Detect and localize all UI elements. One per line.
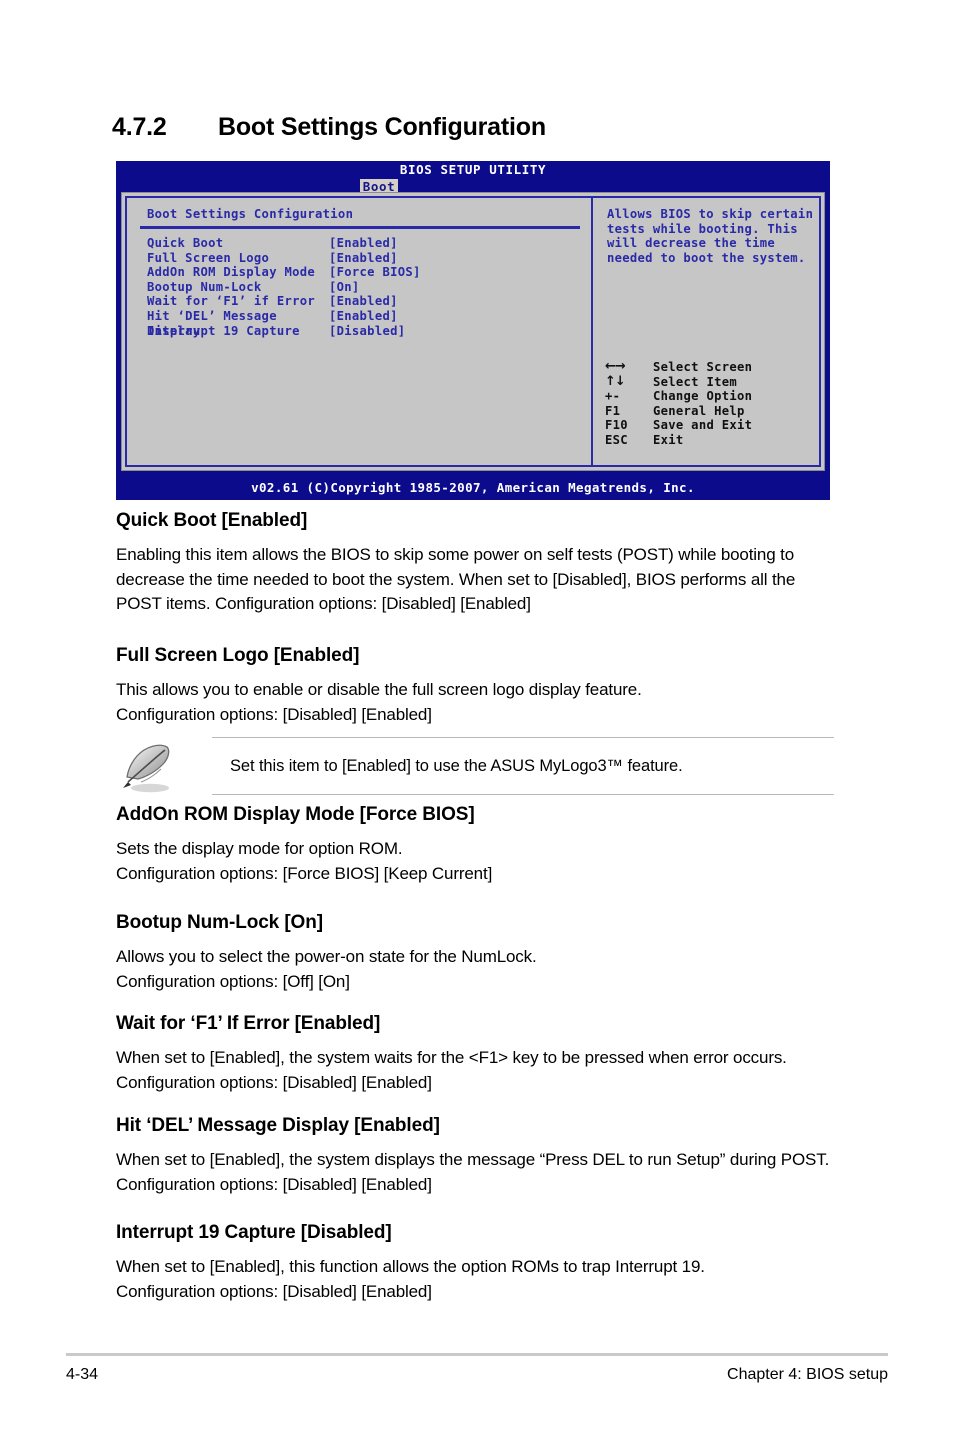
setting-label: Bootup Num-Lock — [147, 279, 262, 294]
setting-row-full-screen-logo[interactable]: Full Screen Logo [Enabled] — [147, 251, 577, 266]
item-body: Allows you to select the power-on state … — [116, 947, 537, 991]
item-heading: Bootup Num-Lock [On] — [116, 912, 323, 933]
item-bootup-num-lock: Bootup Num-Lock [On] Allows you to selec… — [116, 911, 840, 994]
bios-copyright-bar: v02.61 (C)Copyright 1985-2007, American … — [116, 478, 830, 500]
legend-key: F10 — [605, 418, 628, 433]
item-interrupt-19-capture: Interrupt 19 Capture [Disabled] When set… — [116, 1221, 840, 1304]
setting-label: Quick Boot — [147, 236, 224, 250]
legend-desc: Save and Exit — [653, 418, 753, 433]
legend-desc: General Help — [653, 403, 745, 418]
item-full-screen-logo: Full Screen Logo [Enabled] This allows y… — [116, 644, 840, 727]
legend-row-exit: ESC Exit — [605, 433, 825, 448]
item-heading: Quick Boot [Enabled] — [116, 510, 308, 531]
item-quick-boot: Quick Boot [Enabled] Enabling this item … — [116, 509, 840, 617]
settings-list: Quick Boot [Enabled] Full Screen Logo [E… — [147, 236, 577, 338]
item-heading: Interrupt 19 Capture [Disabled] — [116, 1222, 392, 1243]
chapter-label: Chapter 4: BIOS setup — [727, 1366, 888, 1383]
note-callout: Set this item to [Enabled] to use the AS… — [116, 737, 840, 795]
item-body: Sets the display mode for option ROM. Co… — [116, 839, 493, 883]
legend-row-select-item: ↑↓ Select Item — [605, 373, 825, 390]
page-number: 4-34 — [66, 1366, 99, 1383]
legend-row-select-screen: ←→ Select Screen — [605, 359, 825, 375]
setting-value: [On] — [329, 279, 360, 294]
legend-desc: Select Item — [653, 374, 738, 389]
help-text: Allows BIOS to skip certain tests while … — [607, 207, 814, 265]
legend-key: F1 — [605, 403, 621, 418]
setting-value: [Force BIOS] — [329, 265, 421, 280]
setting-value: [Enabled] — [329, 294, 398, 309]
bios-title-bar: BIOS SETUP UTILITY Boot — [116, 161, 830, 194]
bios-key-legend: ←→ Select Screen ↑↓ Select Item +- Chang… — [605, 359, 825, 448]
item-heading: Hit ‘DEL’ Message Display [Enabled] — [116, 1115, 440, 1136]
legend-row-general-help: F1 General Help — [605, 404, 825, 419]
legend-row-change-option: +- Change Option — [605, 389, 825, 404]
item-heading: AddOn ROM Display Mode [Force BIOS] — [116, 804, 475, 825]
setting-value: [Disabled] — [329, 323, 406, 338]
bios-setup-screenshot: BIOS SETUP UTILITY Boot Boot Settings Co… — [116, 161, 830, 500]
setting-value: [Enabled] — [329, 308, 398, 323]
setting-value: [Enabled] — [329, 250, 398, 265]
setting-label: Wait for ‘F1’ if Error — [147, 294, 316, 309]
section-number: 4.7.2 — [112, 113, 167, 141]
setting-row-interrupt-19-capture[interactable]: Interrupt 19 Capture [Disabled] — [147, 324, 577, 339]
item-body: Enabling this item allows the BIOS to sk… — [116, 545, 796, 613]
legend-key: ESC — [605, 432, 628, 447]
plus-minus-icon: +- — [605, 389, 621, 404]
settings-pane-rule — [140, 226, 580, 229]
up-down-arrow-icon: ↑↓ — [605, 373, 626, 389]
item-heading: Full Screen Logo [Enabled] — [116, 645, 360, 666]
setting-row-bootup-num-lock[interactable]: Bootup Num-Lock [On] — [147, 280, 577, 295]
settings-pane-heading: Boot Settings Configuration — [147, 207, 354, 221]
item-body: When set to [Enabled], the system displa… — [116, 1150, 830, 1194]
note-text: Set this item to [Enabled] to use the AS… — [230, 756, 683, 775]
bios-help-pane: Allows BIOS to skip certain tests while … — [593, 198, 819, 465]
setting-row-wait-for-f1-if-error[interactable]: Wait for ‘F1’ if Error [Enabled] — [147, 294, 577, 309]
bios-body: Boot Settings Configuration Quick Boot [… — [121, 192, 825, 471]
legend-row-save-and-exit: F10 Save and Exit — [605, 418, 825, 433]
bios-settings-pane: Boot Settings Configuration Quick Boot [… — [127, 198, 593, 465]
note-panel: Set this item to [Enabled] to use the AS… — [212, 737, 834, 795]
setting-row-quick-boot[interactable]: Quick Boot [Enabled] — [147, 236, 577, 251]
setting-value: [Enabled] — [329, 236, 398, 250]
setting-row-hit-del-message-display[interactable]: Hit ‘DEL’ Message Display [Enabled] — [147, 308, 577, 338]
item-wait-for-f1-if-error: Wait for ‘F1’ If Error [Enabled] When se… — [116, 1012, 840, 1095]
item-addon-rom-display-mode: AddOn ROM Display Mode [Force BIOS] Sets… — [116, 803, 840, 886]
legend-desc: Exit — [653, 432, 684, 447]
legend-desc: Change Option — [653, 389, 753, 404]
item-heading: Wait for ‘F1’ If Error [Enabled] — [116, 1013, 381, 1034]
quill-pen-icon — [120, 741, 182, 795]
footer-rule — [66, 1353, 888, 1356]
bios-body-inner: Boot Settings Configuration Quick Boot [… — [125, 196, 821, 467]
setting-label: Hit ‘DEL’ Message Display — [147, 308, 277, 338]
section-title: Boot Settings Configuration — [218, 113, 546, 141]
document-page: 4.7.2 Boot Settings Configuration BIOS S… — [0, 0, 954, 1438]
left-right-arrow-icon: ←→ — [605, 359, 626, 374]
bios-utility-title: BIOS SETUP UTILITY — [399, 162, 547, 177]
setting-label: Full Screen Logo — [147, 250, 270, 265]
legend-desc: Select Screen — [653, 360, 753, 374]
item-hit-del-message-display: Hit ‘DEL’ Message Display [Enabled] When… — [116, 1114, 840, 1197]
section-heading: 4.7.2 Boot Settings Configuration — [112, 113, 872, 142]
item-body: When set to [Enabled], the system waits … — [116, 1048, 787, 1092]
item-body: This allows you to enable or disable the… — [116, 680, 642, 724]
item-body: When set to [Enabled], this function all… — [116, 1257, 705, 1301]
setting-label: AddOn ROM Display Mode — [147, 265, 316, 280]
setting-label: Interrupt 19 Capture — [147, 323, 300, 338]
setting-row-addon-rom-display-mode[interactable]: AddOn ROM Display Mode [Force BIOS] — [147, 265, 577, 280]
